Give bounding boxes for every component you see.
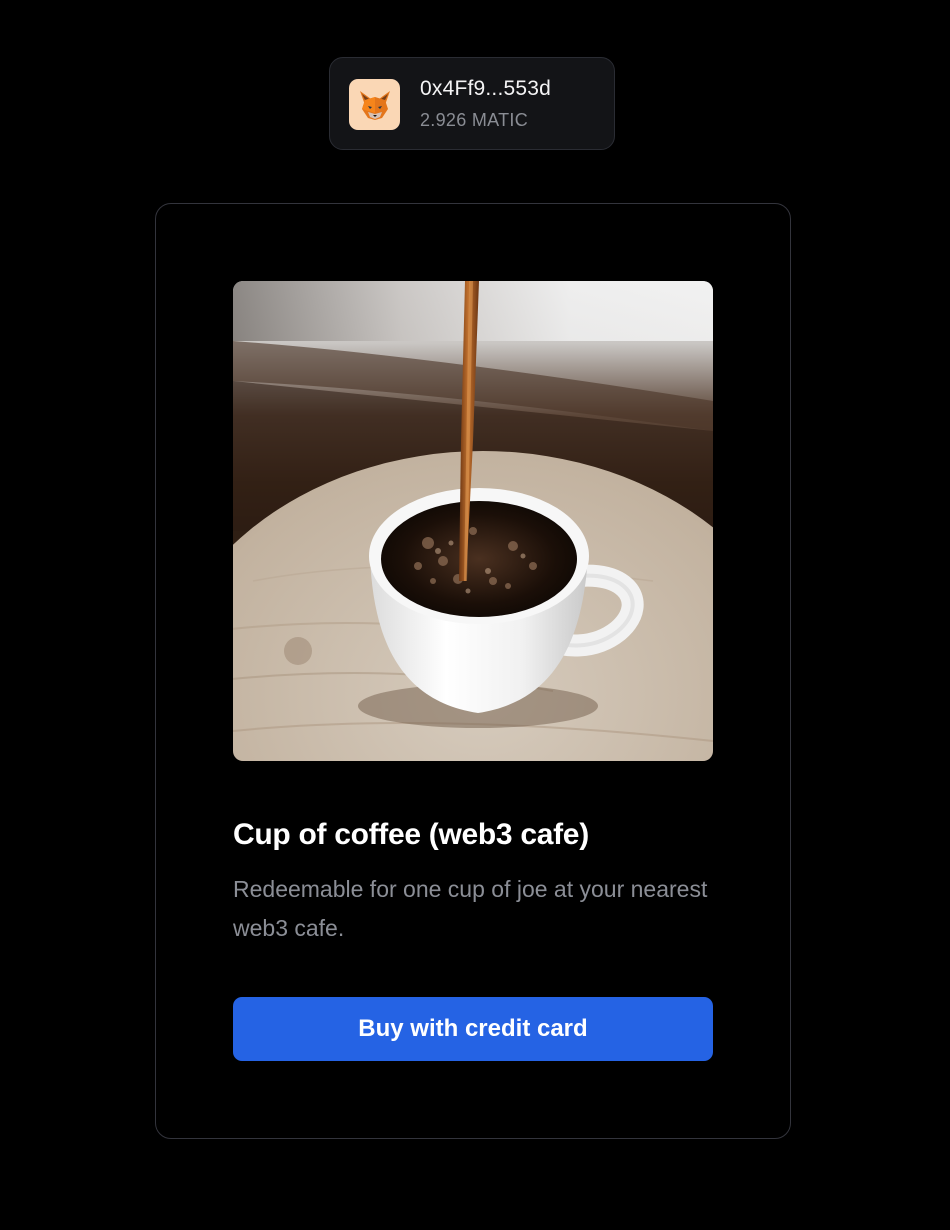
coffee-pour-photo — [233, 281, 713, 761]
product-description: Redeemable for one cup of joe at your ne… — [233, 876, 708, 941]
page: 0x4Ff9...553d 2.926 MATIC Cup of coffee … — [0, 0, 950, 1230]
product-title: Cup of coffee (web3 cafe) — [233, 818, 589, 851]
wallet-address: 0x4Ff9...553d — [420, 77, 552, 100]
product-card: Cup of coffee (web3 cafe) Redeemable for… — [155, 203, 791, 1139]
metamask-fox-icon — [349, 79, 400, 130]
buy-with-credit-card-button[interactable]: Buy with credit card — [233, 997, 713, 1061]
wallet-connect-button[interactable]: 0x4Ff9...553d 2.926 MATIC — [329, 57, 615, 150]
wallet-info: 0x4Ff9...553d 2.926 MATIC — [420, 75, 551, 133]
wallet-balance: 2.926 MATIC — [420, 110, 529, 130]
